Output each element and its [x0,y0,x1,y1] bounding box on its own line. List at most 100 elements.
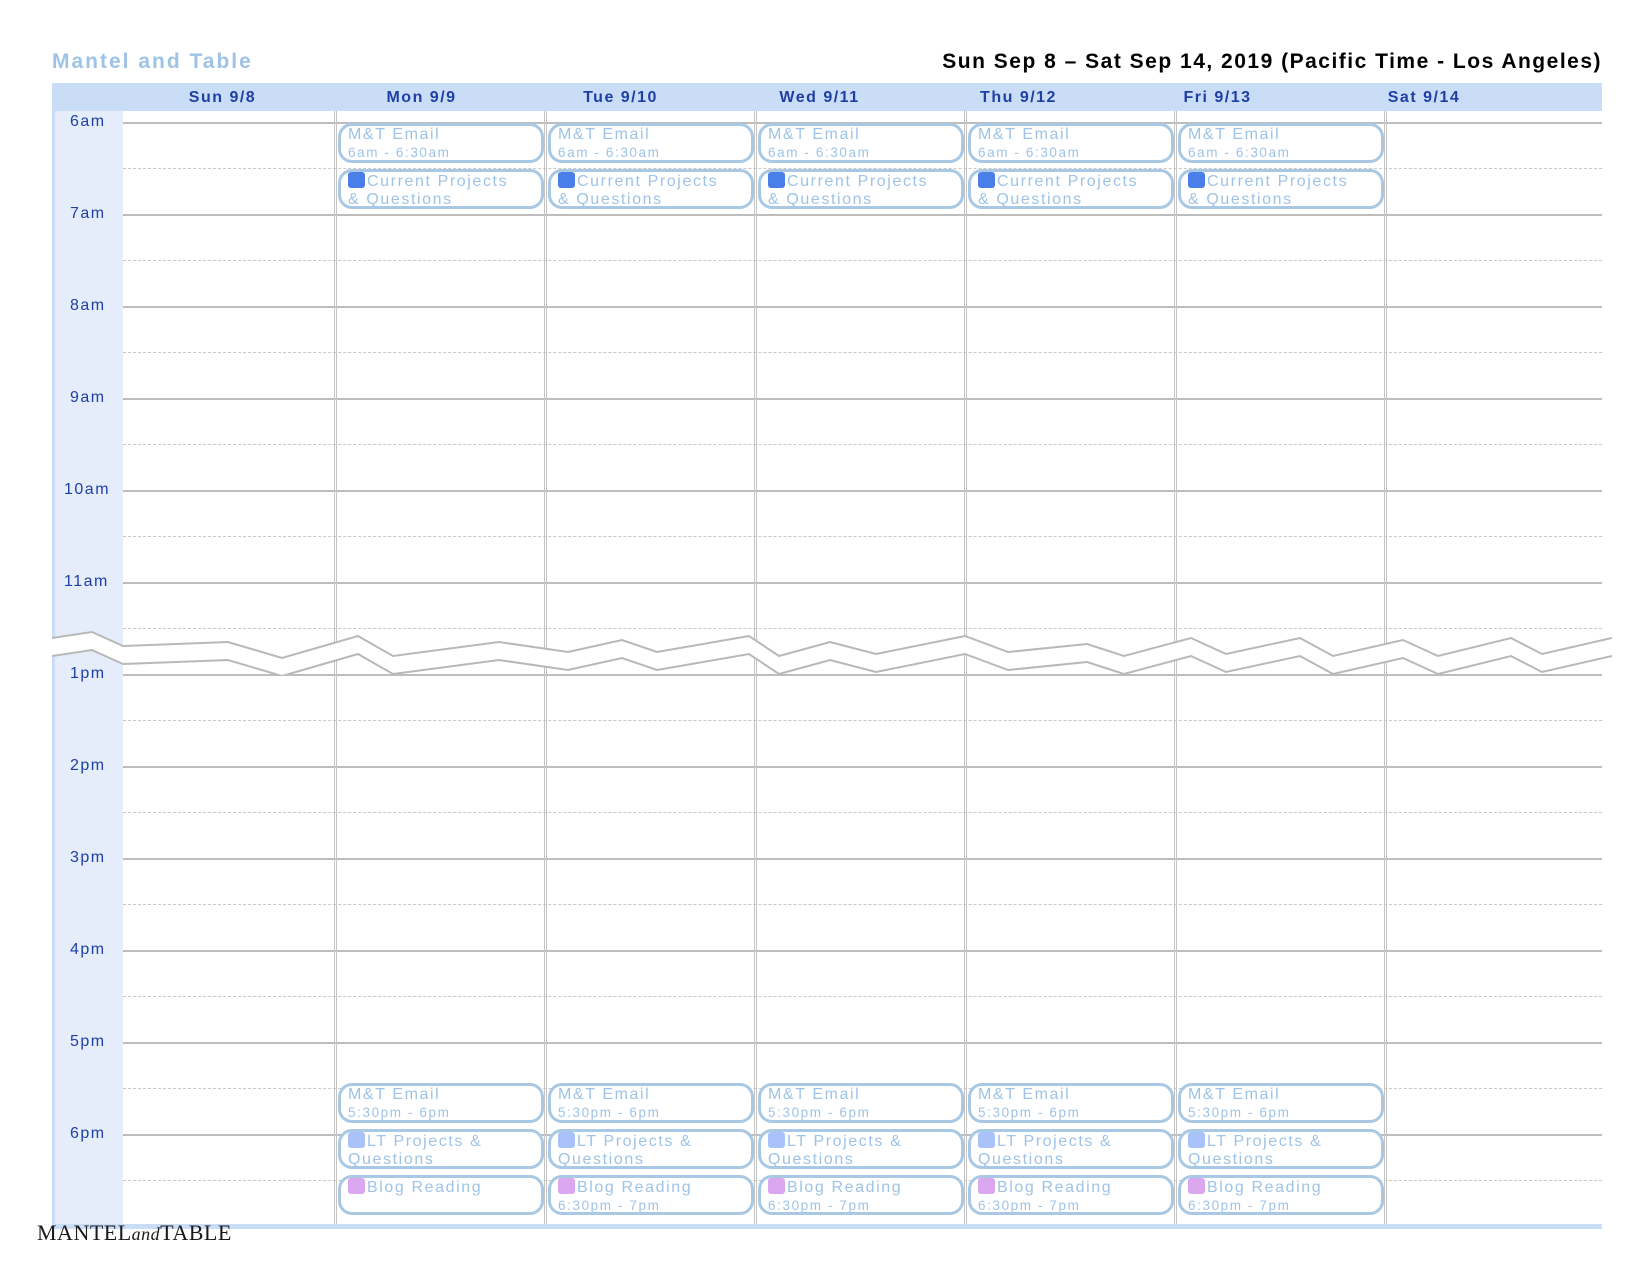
event-mt-email-am-mon[interactable]: M&T Email 6am - 6:30am [338,123,544,163]
category-pink-icon [1188,1178,1205,1194]
time-label-11am: 11am [64,573,109,590]
event-title: M&T Email [558,126,651,143]
event-title-cont: & Questions [768,191,873,208]
category-dark-blue-icon [348,172,365,188]
half-hour-line [123,812,1602,813]
event-lt-projects-fri[interactable]: LT Projects & Questions [1178,1129,1384,1169]
event-title: M&T Email [1188,126,1281,143]
half-hour-line [123,444,1602,445]
day-header-fri: Fri 9/13 [1183,89,1252,106]
time-label-3pm: 3pm [70,849,106,866]
day-header-row: Sun 9/8 Mon 9/9 Tue 9/10 Wed 9/11 Thu 9/… [52,83,1602,111]
event-mt-email-pm-fri[interactable]: M&T Email 5:30pm - 6pm [1178,1083,1384,1123]
category-pink-icon [558,1178,575,1194]
event-title: M&T Email [348,126,441,143]
event-time: 5:30pm - 6pm [348,1105,451,1120]
event-blog-reading-wed[interactable]: Blog Reading 6:30pm - 7pm [758,1175,964,1215]
hour-line [123,398,1602,400]
event-time: 6am - 6:30am [558,145,661,160]
event-title: Current Projects [367,173,509,190]
event-title: LT Projects & [577,1133,693,1150]
event-title: Blog Reading [787,1179,903,1196]
category-light-blue-icon [768,1132,785,1148]
event-time: 6am - 6:30am [978,145,1081,160]
event-title: M&T Email [1188,1086,1281,1103]
event-time: 6:30pm - 7pm [1188,1198,1291,1213]
calendar-title: Mantel and Table [52,50,253,73]
event-mt-email-am-wed[interactable]: M&T Email 6am - 6:30am [758,123,964,163]
event-title: M&T Email [768,126,861,143]
event-current-projects-wed[interactable]: Current Projects & Questions [758,169,964,209]
event-time: 5:30pm - 6pm [1188,1105,1291,1120]
hour-line [123,490,1602,492]
time-label-5pm: 5pm [70,1033,106,1050]
event-title: M&T Email [978,126,1071,143]
category-pink-icon [978,1178,995,1194]
event-title-cont: & Questions [558,191,663,208]
hour-line [123,858,1602,860]
event-mt-email-pm-thu[interactable]: M&T Email 5:30pm - 6pm [968,1083,1174,1123]
event-title: Current Projects [1207,173,1349,190]
day-header-thu: Thu 9/12 [980,89,1057,106]
category-light-blue-icon [978,1132,995,1148]
event-mt-email-am-thu[interactable]: M&T Email 6am - 6:30am [968,123,1174,163]
event-title-cont: Questions [1188,1151,1275,1168]
event-lt-projects-wed[interactable]: LT Projects & Questions [758,1129,964,1169]
event-title-cont: & Questions [1188,191,1293,208]
event-title: LT Projects & [787,1133,903,1150]
hour-line [123,950,1602,952]
time-label-10am: 10am [64,481,111,498]
category-pink-icon [348,1178,365,1194]
event-blog-reading-thu[interactable]: Blog Reading 6:30pm - 7pm [968,1175,1174,1215]
event-title-cont: Questions [978,1151,1065,1168]
logo-word-mid: and [131,1224,161,1244]
event-title: LT Projects & [997,1133,1113,1150]
event-time: 5:30pm - 6pm [558,1105,661,1120]
day-header-mon: Mon 9/9 [386,89,457,106]
event-mt-email-pm-tue[interactable]: M&T Email 5:30pm - 6pm [548,1083,754,1123]
event-mt-email-am-fri[interactable]: M&T Email 6am - 6:30am [1178,123,1384,163]
category-dark-blue-icon [978,172,995,188]
event-title: Blog Reading [997,1179,1113,1196]
event-blog-reading-tue[interactable]: Blog Reading 6:30pm - 7pm [548,1175,754,1215]
time-label-6am: 6am [70,113,106,130]
event-mt-email-pm-wed[interactable]: M&T Email 5:30pm - 6pm [758,1083,964,1123]
category-dark-blue-icon [558,172,575,188]
hour-line [123,582,1602,584]
event-title: Current Projects [577,173,719,190]
event-lt-projects-thu[interactable]: LT Projects & Questions [968,1129,1174,1169]
event-mt-email-am-tue[interactable]: M&T Email 6am - 6:30am [548,123,754,163]
event-lt-projects-mon[interactable]: LT Projects & Questions [338,1129,544,1169]
category-light-blue-icon [558,1132,575,1148]
event-blog-reading-mon[interactable]: Blog Reading [338,1175,544,1215]
event-current-projects-thu[interactable]: Current Projects & Questions [968,169,1174,209]
event-lt-projects-tue[interactable]: LT Projects & Questions [548,1129,754,1169]
date-range-title: Sun Sep 8 – Sat Sep 14, 2019 (Pacific Ti… [942,50,1602,73]
day-header-sat: Sat 9/14 [1387,89,1461,106]
half-hour-line [123,996,1602,997]
half-hour-line [123,720,1602,721]
event-title-cont: & Questions [348,191,453,208]
event-current-projects-fri[interactable]: Current Projects & Questions [1178,169,1384,209]
event-blog-reading-fri[interactable]: Blog Reading 6:30pm - 7pm [1178,1175,1384,1215]
event-current-projects-tue[interactable]: Current Projects & Questions [548,169,754,209]
hour-line [123,214,1602,216]
time-break-indicator [52,630,1612,675]
category-dark-blue-icon [1188,172,1205,188]
event-title: Current Projects [997,173,1139,190]
hour-line [123,766,1602,768]
event-time: 6am - 6:30am [348,145,451,160]
event-mt-email-pm-mon[interactable]: M&T Email 5:30pm - 6pm [338,1083,544,1123]
day-header-wed: Wed 9/11 [779,89,860,106]
event-title-cont: Questions [558,1151,645,1168]
event-title-cont: Questions [768,1151,855,1168]
event-title: Blog Reading [1207,1179,1323,1196]
half-hour-line [123,260,1602,261]
event-time: 6am - 6:30am [1188,145,1291,160]
event-title: LT Projects & [1207,1133,1323,1150]
event-title-cont: Questions [348,1151,435,1168]
event-current-projects-mon[interactable]: Current Projects & Questions [338,169,544,209]
event-title: M&T Email [768,1086,861,1103]
brand-logo: MANTELandTABLE [37,1220,232,1246]
day-header-sun: Sun 9/8 [188,89,257,106]
